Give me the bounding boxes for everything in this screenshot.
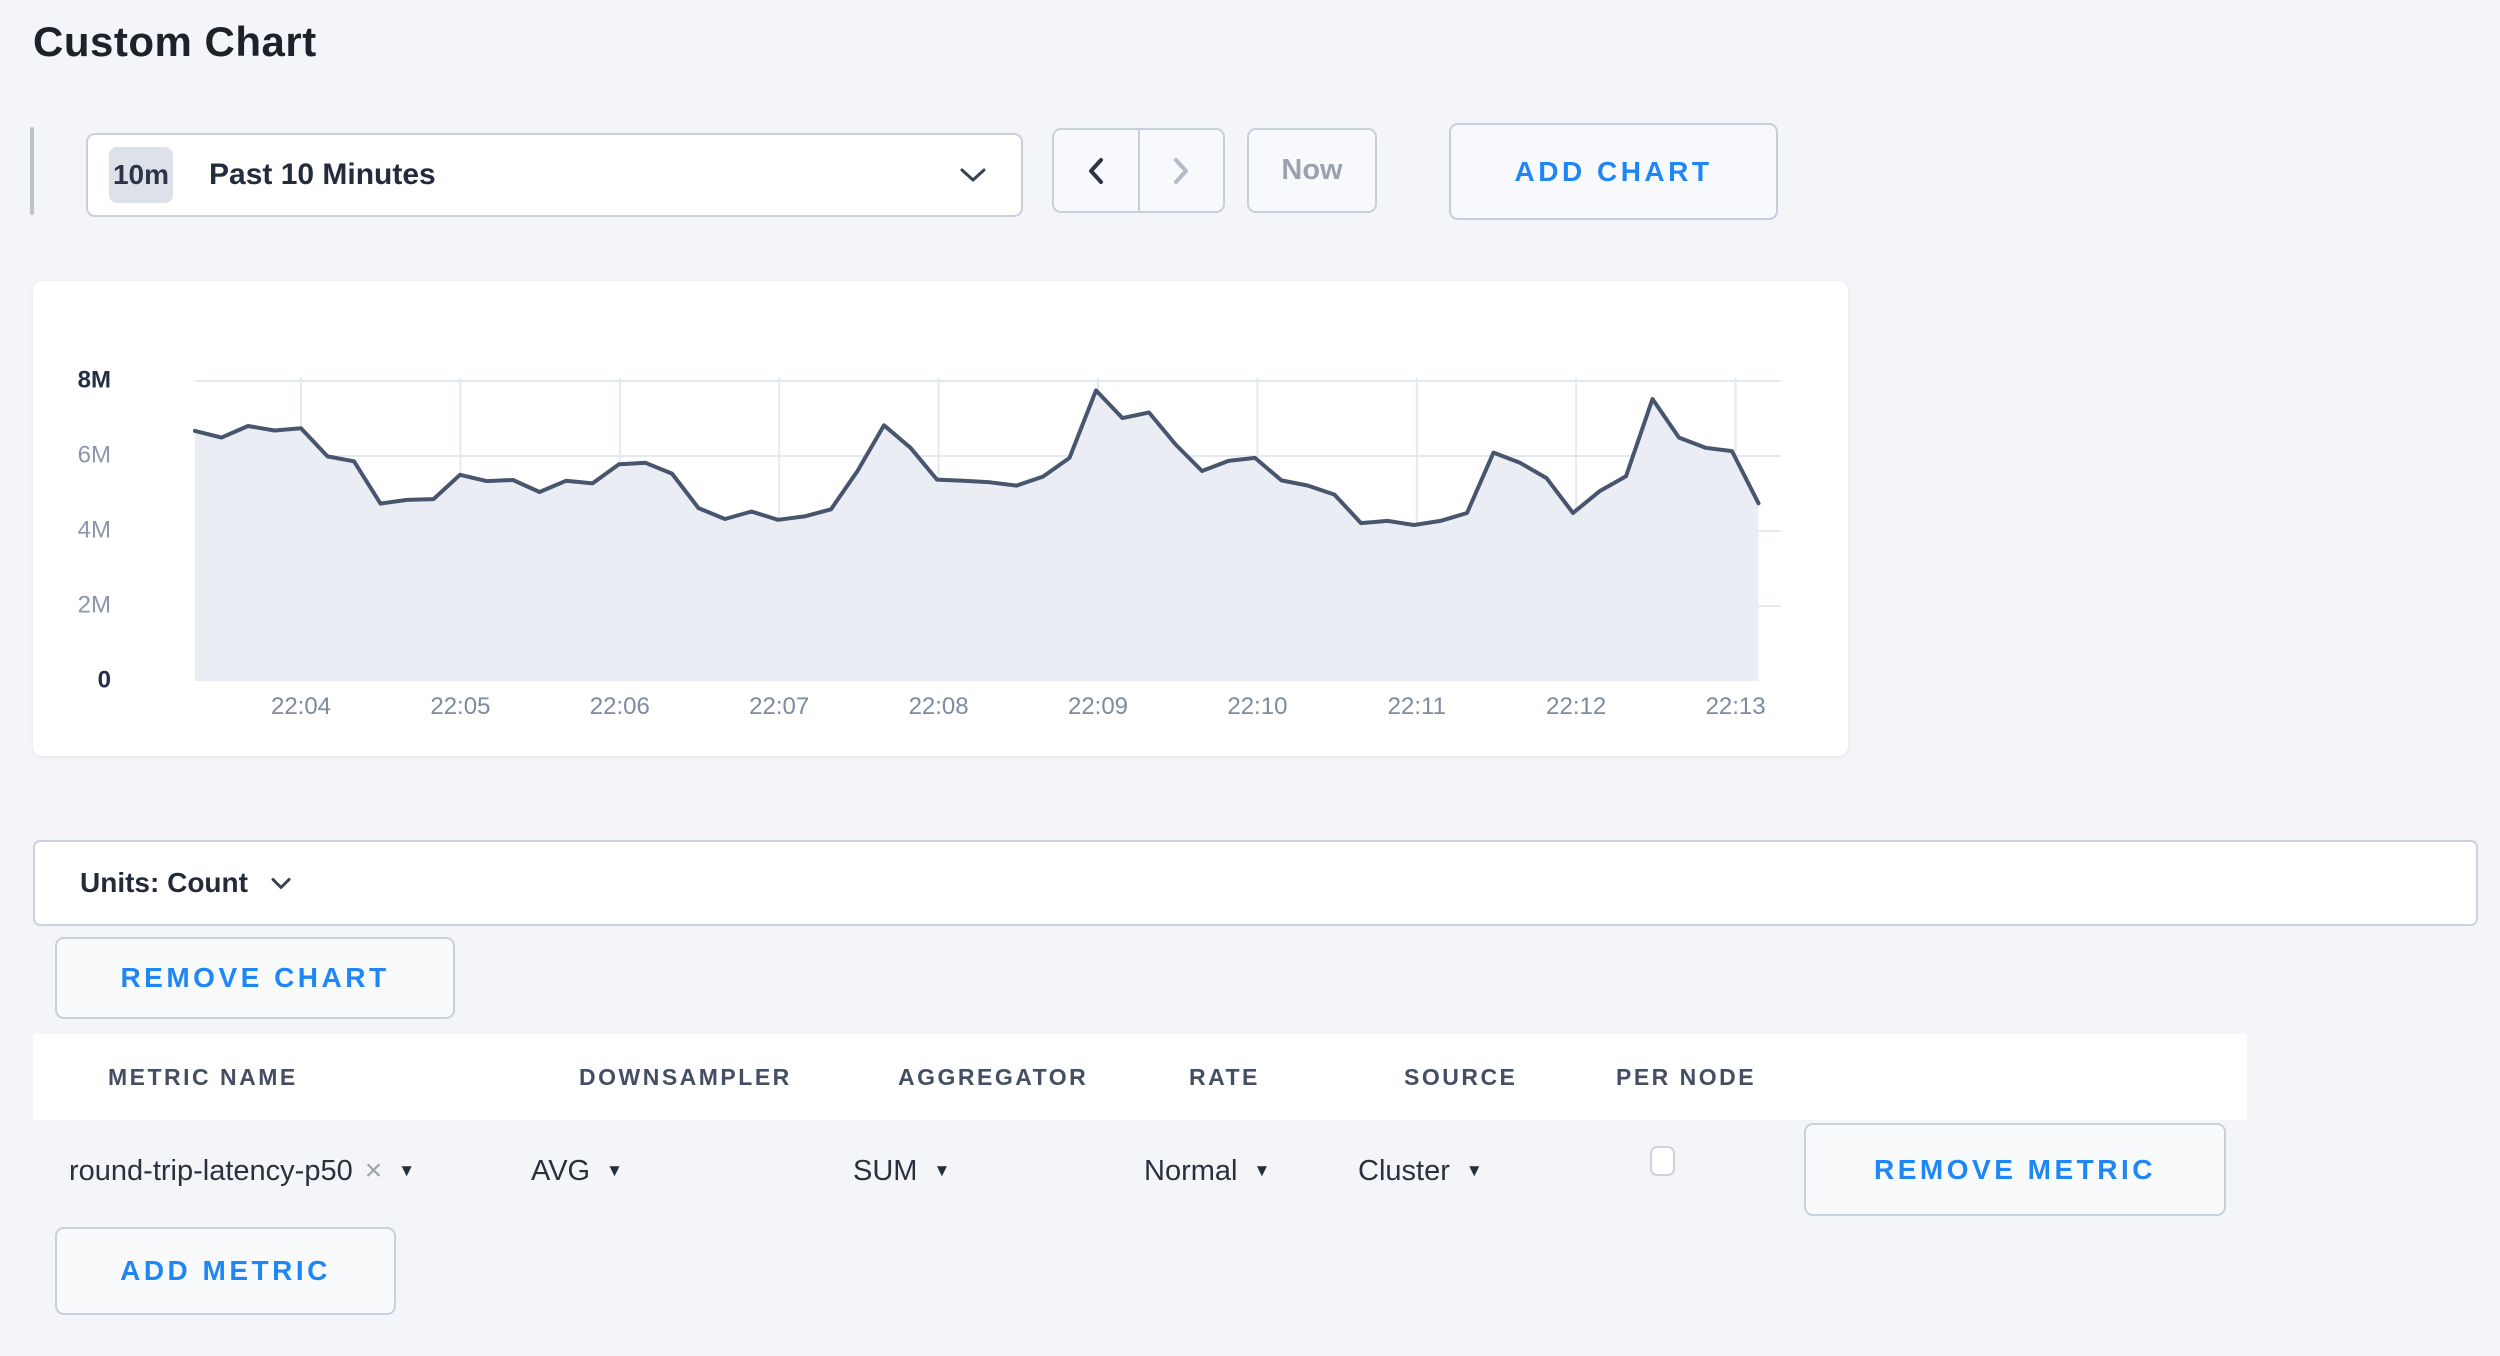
chevron-down-icon	[270, 877, 292, 890]
x-tick-label: 22:11	[1388, 693, 1446, 720]
caret-down-icon: ▼	[398, 1161, 415, 1181]
rate-select[interactable]: Normal ▼	[1144, 1145, 1270, 1197]
chevron-down-icon	[959, 167, 987, 183]
remove-chart-button[interactable]: REMOVE CHART	[55, 937, 455, 1019]
units-dropdown[interactable]: Units: Count	[33, 840, 2478, 926]
column-header-aggregator: AGGREGATOR	[898, 1034, 1088, 1120]
time-range-label: Past 10 Minutes	[209, 158, 436, 192]
x-tick-label: 22:10	[1227, 693, 1287, 720]
add-chart-button[interactable]: ADD CHART	[1449, 123, 1778, 220]
caret-down-icon: ▼	[606, 1161, 623, 1181]
metric-name-value: round-trip-latency-p50	[69, 1155, 353, 1188]
column-header-rate: RATE	[1189, 1034, 1260, 1120]
downsampler-select[interactable]: AVG ▼	[531, 1145, 623, 1197]
caret-down-icon: ▼	[933, 1161, 950, 1181]
chevron-left-icon	[1086, 157, 1106, 185]
y-tick-label: 8M	[78, 366, 111, 393]
column-header-metric-name: METRIC NAME	[108, 1034, 298, 1120]
x-tick-label: 22:04	[271, 693, 331, 720]
series-area-fill	[195, 390, 1759, 681]
now-button[interactable]: Now	[1247, 128, 1377, 213]
column-header-downsampler: DOWNSAMPLER	[579, 1034, 792, 1120]
aggregator-select[interactable]: SUM ▼	[853, 1145, 950, 1197]
chevron-right-icon	[1171, 157, 1191, 185]
downsampler-value: AVG	[531, 1155, 590, 1188]
remove-metric-button[interactable]: REMOVE METRIC	[1804, 1123, 2226, 1216]
x-tick-label: 22:05	[430, 693, 490, 720]
metric-name-select[interactable]: round-trip-latency-p50 × ▼	[69, 1145, 415, 1197]
caret-down-icon: ▼	[1466, 1161, 1483, 1181]
x-tick-label: 22:13	[1706, 693, 1766, 720]
x-tick-label: 22:06	[590, 693, 650, 720]
y-tick-label: 6M	[78, 441, 111, 468]
y-tick-label: 4M	[78, 516, 111, 543]
time-forward-button[interactable]	[1140, 130, 1224, 211]
caret-down-icon: ▼	[1253, 1161, 1270, 1181]
time-back-button[interactable]	[1054, 130, 1138, 211]
column-header-per-node: PER NODE	[1616, 1034, 1756, 1120]
remove-metric-value-icon[interactable]: ×	[365, 1154, 383, 1188]
source-value: Cluster	[1358, 1155, 1450, 1188]
time-range-dropdown[interactable]: 10m Past 10 Minutes	[86, 133, 1023, 217]
page-title: Custom Chart	[33, 18, 317, 66]
x-tick-label: 22:12	[1546, 693, 1606, 720]
y-tick-label: 2M	[78, 591, 111, 618]
latency-area-chart[interactable]: 0 2M 4M 6M 8M 22:04 22:05 22:06 22:07 22:08 22:09 2…	[33, 281, 1848, 756]
aggregator-value: SUM	[853, 1155, 917, 1188]
x-tick-label: 22:09	[1068, 693, 1128, 720]
column-header-source: SOURCE	[1404, 1034, 1517, 1120]
time-pager-group	[1052, 128, 1225, 213]
metrics-table-header: METRIC NAME DOWNSAMPLER AGGREGATOR RATE …	[33, 1034, 2247, 1120]
y-tick-label: 0	[98, 666, 111, 693]
custom-chart-page: Custom Chart 10m Past 10 Minutes Now ADD…	[0, 0, 2500, 1356]
x-tick-label: 22:08	[909, 693, 969, 720]
x-tick-label: 22:07	[749, 693, 809, 720]
source-select[interactable]: Cluster ▼	[1358, 1145, 1483, 1197]
left-accent-bar	[30, 127, 34, 215]
units-label: Units: Count	[80, 867, 248, 899]
chart-card: 0 2M 4M 6M 8M 22:04 22:05 22:06 22:07 22:08 22:09 2…	[33, 281, 1848, 756]
add-metric-button[interactable]: ADD METRIC	[55, 1227, 396, 1315]
rate-value: Normal	[1144, 1155, 1237, 1188]
per-node-checkbox[interactable]	[1650, 1146, 1675, 1176]
time-range-badge: 10m	[109, 147, 173, 203]
